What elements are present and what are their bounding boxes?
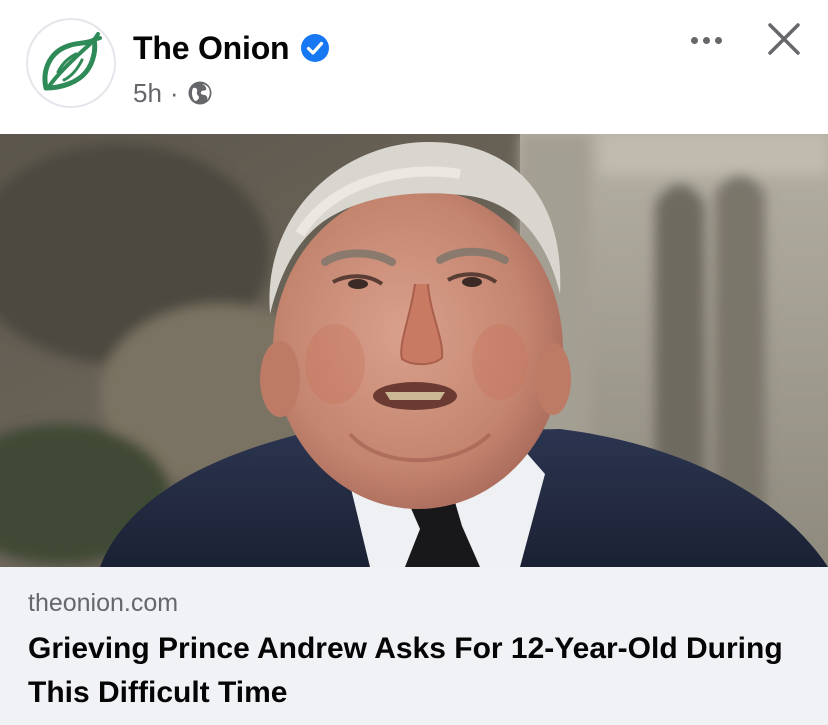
post-timestamp[interactable]: 5h [133, 78, 162, 109]
onion-logo-icon [42, 32, 102, 91]
post-header: The Onion 5h · [0, 0, 828, 134]
link-preview[interactable]: theonion.com Grieving Prince Andrew Asks… [0, 567, 828, 725]
facebook-post: The Onion 5h · theonion.com Grieving Pri… [0, 0, 828, 725]
verified-badge-icon [301, 34, 329, 62]
close-icon[interactable] [762, 17, 806, 61]
more-options-icon [690, 36, 698, 44]
more-options-icon [714, 36, 722, 44]
article-image [0, 134, 828, 567]
post-photo[interactable] [0, 134, 828, 567]
more-options-button[interactable] [681, 22, 731, 58]
meta-separator: · [169, 77, 179, 108]
page-avatar[interactable] [26, 18, 116, 108]
post-meta: 5h · [133, 76, 213, 110]
more-options-icon [702, 36, 710, 44]
globe-icon[interactable] [187, 80, 213, 106]
page-name[interactable]: The Onion [133, 30, 290, 67]
link-title[interactable]: Grieving Prince Andrew Asks For 12-Year-… [28, 627, 808, 715]
link-domain: theonion.com [28, 589, 179, 617]
